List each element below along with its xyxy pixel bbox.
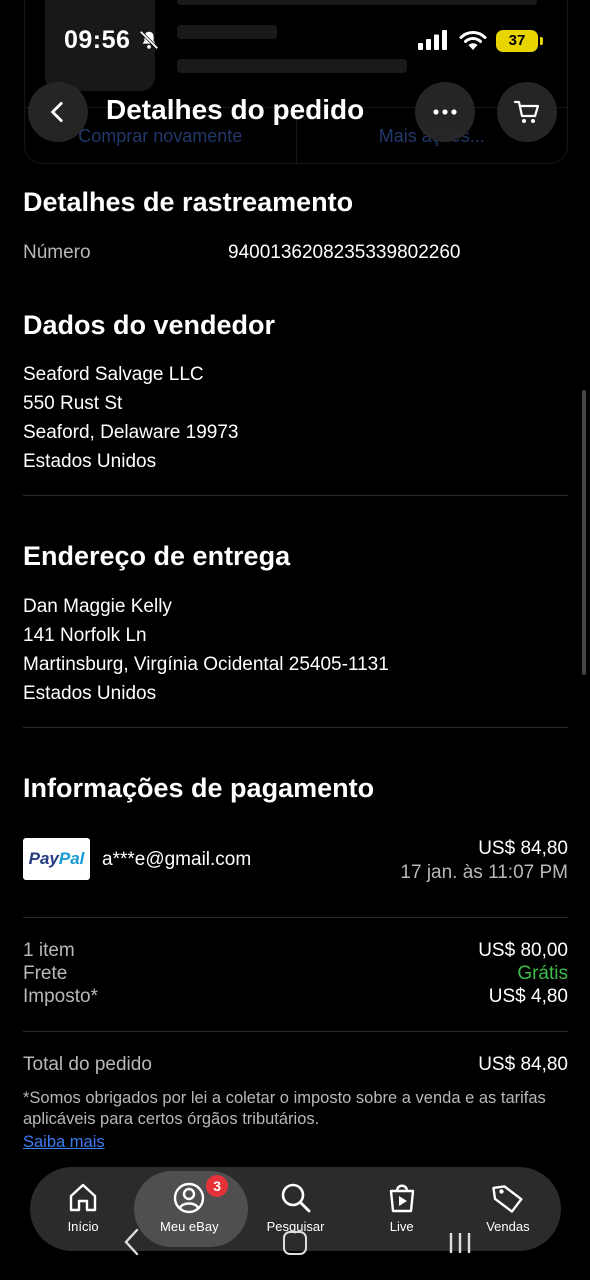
live-icon <box>389 1184 414 1213</box>
section-divider <box>23 917 568 918</box>
tax-label: Imposto* <box>23 986 98 1007</box>
system-home-button[interactable] <box>283 1231 307 1255</box>
seller-country: Estados Unidos <box>23 451 157 472</box>
order-total-value: US$ 84,80 <box>478 1054 568 1075</box>
more-horizontal-icon <box>433 109 457 115</box>
tag-icon <box>492 1185 523 1213</box>
more-options-button[interactable] <box>415 82 475 142</box>
shipping-section-title: Endereço de entrega <box>23 541 291 571</box>
search-icon <box>281 1183 310 1213</box>
shipping-label: Frete <box>23 963 68 984</box>
mute-icon <box>139 30 159 50</box>
seller-street: 550 Rust St <box>23 393 123 414</box>
tax-value: US$ 4,80 <box>488 986 568 1007</box>
chevron-left-icon <box>51 101 63 123</box>
system-navigation-bar <box>0 1228 590 1260</box>
scrollbar[interactable] <box>582 390 586 675</box>
payment-email: a***e@gmail.com <box>102 849 252 870</box>
system-recents-icon[interactable] <box>447 1230 473 1256</box>
recipient-country: Estados Unidos <box>23 683 157 704</box>
status-time: 09:56 <box>64 26 131 54</box>
seller-section-title: Dados do vendedor <box>23 310 276 340</box>
top-app-bar: Detalhes do pedido <box>0 80 590 144</box>
user-icon <box>174 1182 205 1214</box>
seller-city: Seaford, Delaware 19973 <box>23 422 239 443</box>
cart-icon <box>513 100 540 123</box>
tax-note: *Somos obrigados por lei a coletar o imp… <box>23 1089 546 1128</box>
item-count-label: 1 item <box>23 940 75 961</box>
payment-section-title: Informações de pagamento <box>23 773 375 803</box>
back-button[interactable] <box>28 82 88 142</box>
recipient-city: Martinsburg, Virgínia Ocidental 25405-11… <box>23 654 389 675</box>
learn-more-link[interactable]: Saiba mais <box>23 1133 105 1152</box>
recipient-street: 141 Norfolk Ln <box>23 625 147 646</box>
item-subtotal: US$ 80,00 <box>478 940 568 961</box>
home-icon <box>69 1183 97 1212</box>
page-title: Detalhes do pedido <box>106 94 365 125</box>
payment-date: 17 jan. às 11:07 PM <box>400 862 568 883</box>
order-total-label: Total do pedido <box>23 1054 152 1075</box>
tracking-number-label: Número <box>23 242 91 263</box>
battery-indicator: 37 <box>496 30 543 52</box>
signal-icon <box>418 30 447 50</box>
recipient-name: Dan Maggie Kelly <box>23 596 172 617</box>
section-divider <box>23 1031 568 1032</box>
tracking-number-value[interactable]: 9400136208235339802260 <box>228 242 460 264</box>
cart-button[interactable] <box>497 82 557 142</box>
shipping-value: Grátis <box>517 963 568 984</box>
wifi-icon <box>459 31 487 50</box>
notification-badge: 3 <box>206 1175 229 1197</box>
paypal-logo: Pay Pal <box>23 838 90 880</box>
seller-name: Seaford Salvage LLC <box>23 364 204 385</box>
status-bar: 09:56 37 <box>0 0 590 80</box>
payment-amount: US$ 84,80 <box>478 838 568 859</box>
tracking-section-title: Detalhes de rastreamento <box>23 187 354 217</box>
section-divider <box>23 727 568 728</box>
section-divider <box>23 495 568 496</box>
system-back-icon[interactable] <box>120 1228 144 1256</box>
